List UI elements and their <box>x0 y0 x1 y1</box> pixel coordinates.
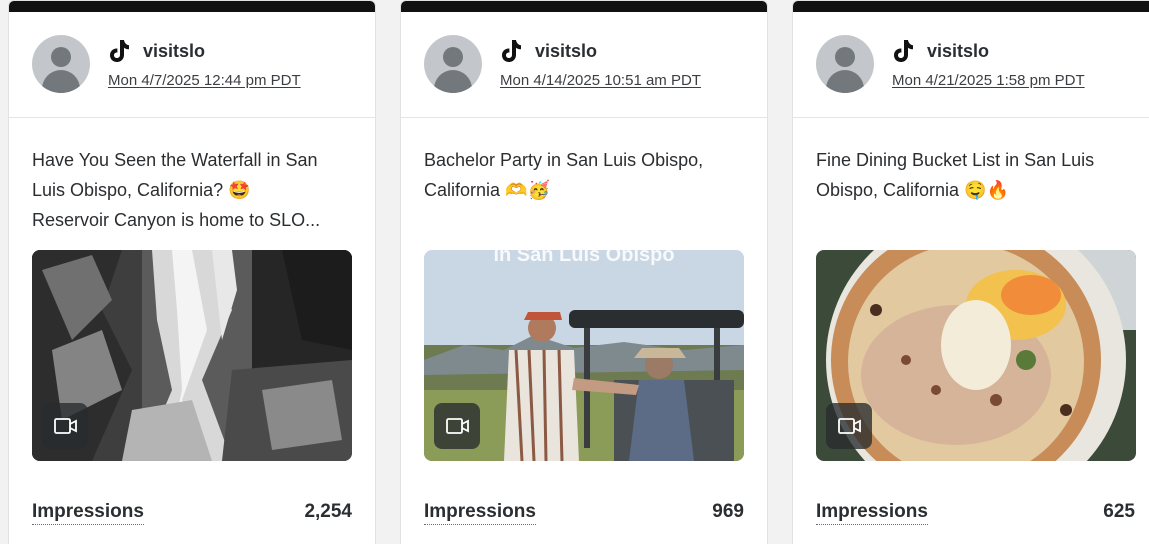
impressions-value: 969 <box>712 501 744 522</box>
card-header: visitslo Mon 4/21/2025 1:58 pm PDT <box>793 12 1149 118</box>
video-camera-icon <box>446 418 469 434</box>
post-caption: Have You Seen the Waterfall in San Luis … <box>32 145 352 235</box>
post-card[interactable]: visitslo Mon 4/14/2025 10:51 am PDT Bach… <box>400 0 768 544</box>
caption-line: Obispo, California 🤤🔥 <box>816 180 1009 200</box>
post-date-link[interactable]: Mon 4/14/2025 10:51 am PDT <box>500 72 701 89</box>
avatar[interactable] <box>424 35 482 93</box>
video-indicator <box>826 403 872 449</box>
caption-line: Bachelor Party in San Luis Obispo, <box>424 150 704 170</box>
card-top-bar <box>9 1 375 12</box>
avatar-head <box>51 47 71 67</box>
caption-line: Fine Dining Bucket List in San Luis <box>816 150 1095 170</box>
post-date-link[interactable]: Mon 4/7/2025 12:44 pm PDT <box>108 72 301 89</box>
post-thumbnail-pizza[interactable] <box>816 250 1136 461</box>
post-caption: Bachelor Party in San Luis Obispo, Calif… <box>424 145 744 205</box>
impressions-value: 2,254 <box>304 501 352 522</box>
impressions-label[interactable]: Impressions <box>424 501 536 525</box>
video-camera-icon <box>838 418 861 434</box>
video-indicator <box>42 403 88 449</box>
card-top-bar <box>793 1 1149 12</box>
thumbnail-overlay-text: in San Luis Obispo <box>493 250 675 266</box>
avatar-body <box>42 70 80 93</box>
tiktok-icon <box>110 40 129 62</box>
video-camera-icon <box>54 418 77 434</box>
impressions-value: 625 <box>1103 501 1135 522</box>
tiktok-icon <box>502 40 521 62</box>
post-date-link[interactable]: Mon 4/21/2025 1:58 pm PDT <box>892 72 1085 89</box>
post-thumbnail-waterfall[interactable] <box>32 250 352 461</box>
card-header: visitslo Mon 4/7/2025 12:44 pm PDT <box>9 12 375 118</box>
post-thumbnail-golf-cart[interactable]: in San Luis Obispo <box>424 250 744 461</box>
card-header: visitslo Mon 4/14/2025 10:51 am PDT <box>401 12 767 118</box>
avatar[interactable] <box>32 35 90 93</box>
caption-line: Luis Obispo, California? 🤩 <box>32 180 251 200</box>
tiktok-icon <box>894 40 913 62</box>
post-card[interactable]: visitslo Mon 4/7/2025 12:44 pm PDT Have … <box>8 0 376 544</box>
avatar[interactable] <box>816 35 874 93</box>
video-indicator <box>434 403 480 449</box>
post-cards-row: visitslo Mon 4/7/2025 12:44 pm PDT Have … <box>0 0 1149 544</box>
card-top-bar <box>401 1 767 12</box>
account-name[interactable]: visitslo <box>143 41 205 62</box>
avatar-body <box>826 70 864 93</box>
caption-line: Reservoir Canyon is home to SLO... <box>32 210 321 230</box>
avatar-head <box>835 47 855 67</box>
impressions-label[interactable]: Impressions <box>32 501 144 525</box>
avatar-body <box>434 70 472 93</box>
impressions-label[interactable]: Impressions <box>816 501 928 525</box>
account-name[interactable]: visitslo <box>927 41 989 62</box>
account-name[interactable]: visitslo <box>535 41 597 62</box>
avatar-head <box>443 47 463 67</box>
post-caption: Fine Dining Bucket List in San Luis Obis… <box>816 145 1136 205</box>
post-card[interactable]: visitslo Mon 4/21/2025 1:58 pm PDT Fine … <box>792 0 1149 544</box>
caption-line: California 🫶🥳 <box>424 180 550 200</box>
caption-line: Have You Seen the Waterfall in San <box>32 150 318 170</box>
